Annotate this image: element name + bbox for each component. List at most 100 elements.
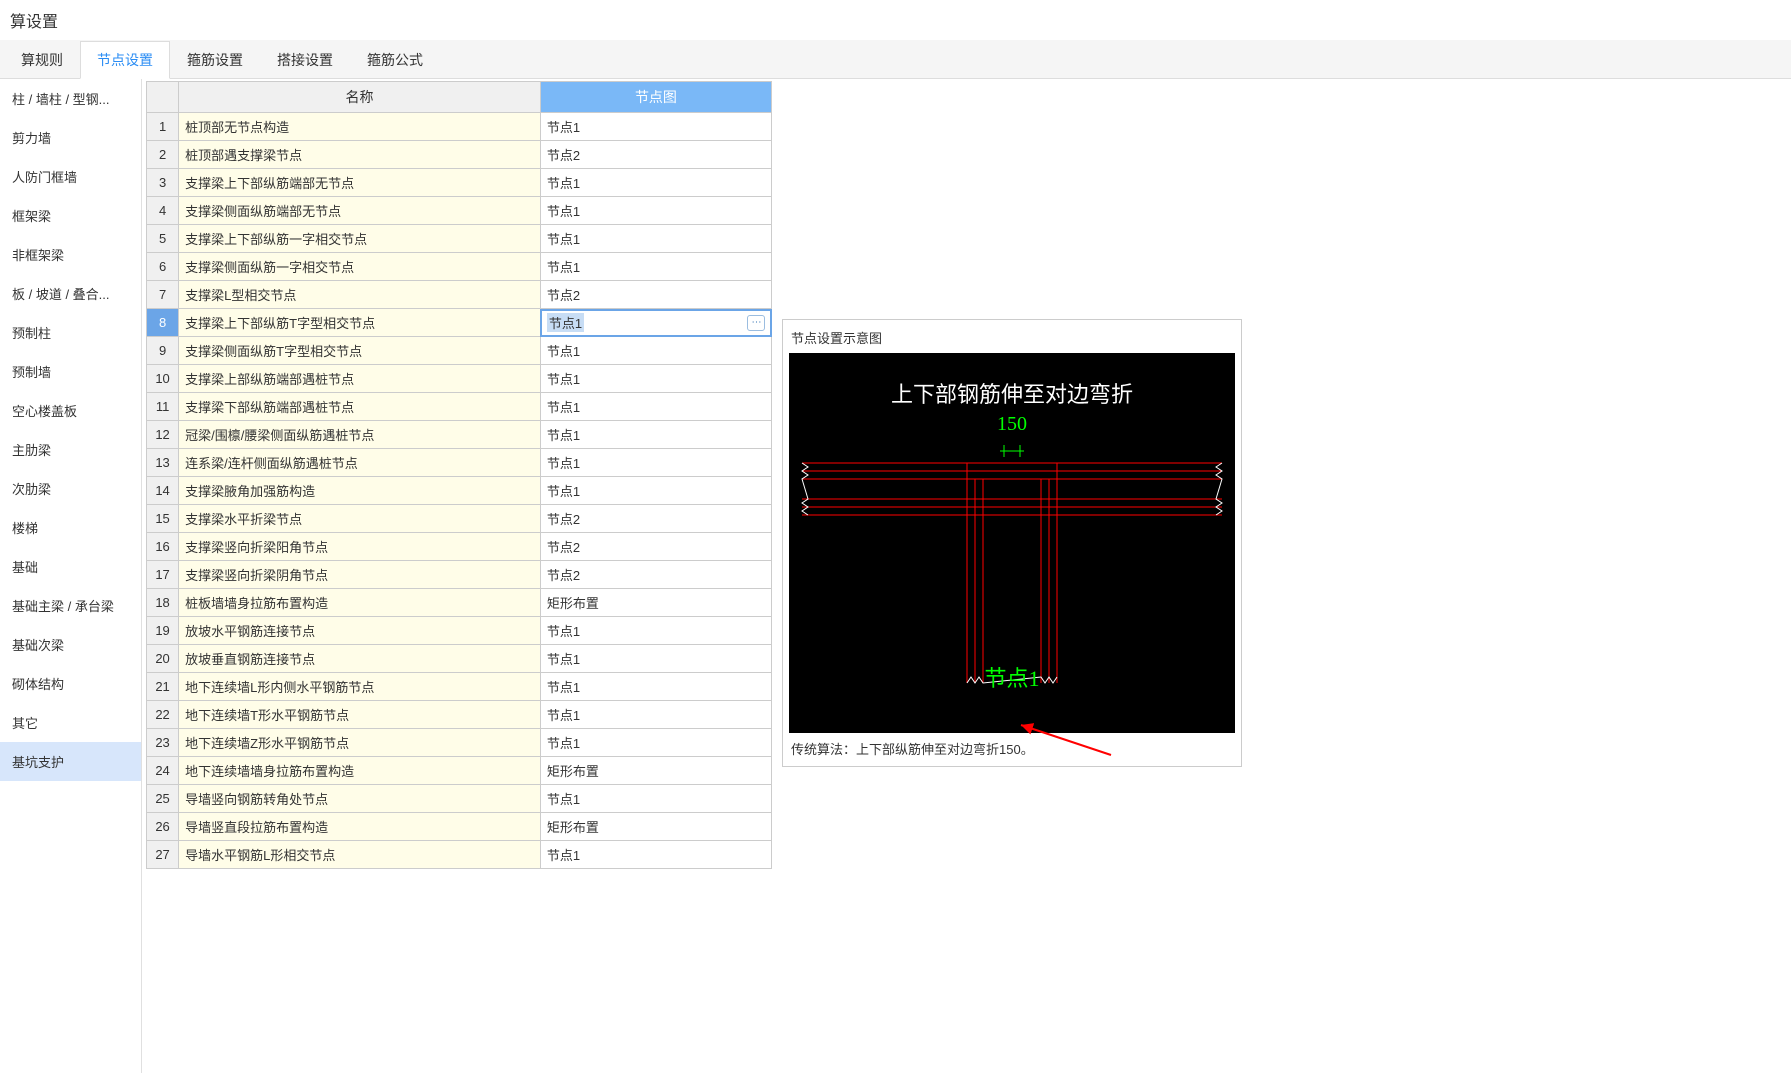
row-node[interactable]: 节点1 <box>540 617 771 645</box>
row-name[interactable]: 放坡水平钢筋连接节点 <box>179 617 541 645</box>
row-name[interactable]: 放坡垂直钢筋连接节点 <box>179 645 541 673</box>
row-name[interactable]: 桩顶部遇支撑梁节点 <box>179 141 541 169</box>
col-node[interactable]: 节点图 <box>540 82 771 113</box>
table-row[interactable]: 6支撑梁侧面纵筋一字相交节点节点1 <box>147 253 772 281</box>
row-node[interactable]: 节点1 <box>540 169 771 197</box>
row-node[interactable]: 节点1 <box>540 477 771 505</box>
row-node[interactable]: 节点1 <box>540 645 771 673</box>
row-node[interactable]: 节点1 <box>540 785 771 813</box>
row-node[interactable]: 矩形布置 <box>540 589 771 617</box>
ellipsis-icon[interactable]: ⋯ <box>747 315 765 331</box>
row-name[interactable]: 地下连续墙T形水平钢筋节点 <box>179 701 541 729</box>
table-row[interactable]: 19放坡水平钢筋连接节点节点1 <box>147 617 772 645</box>
col-name[interactable]: 名称 <box>179 82 541 113</box>
sidebar-item-10[interactable]: 次肋梁 <box>0 469 141 508</box>
table-row[interactable]: 4支撑梁侧面纵筋端部无节点节点1 <box>147 197 772 225</box>
row-node[interactable]: 节点1 <box>540 365 771 393</box>
row-node[interactable]: 节点2 <box>540 281 771 309</box>
row-name[interactable]: 支撑梁上部纵筋端部遇桩节点 <box>179 365 541 393</box>
sidebar-item-5[interactable]: 板 / 坡道 / 叠合... <box>0 274 141 313</box>
table-row[interactable]: 9支撑梁侧面纵筋T字型相交节点节点1 <box>147 337 772 365</box>
row-name[interactable]: 桩顶部无节点构造 <box>179 113 541 141</box>
table-row[interactable]: 27导墙水平钢筋L形相交节点节点1 <box>147 841 772 869</box>
row-node[interactable]: 节点1 <box>540 253 771 281</box>
sidebar-item-4[interactable]: 非框架梁 <box>0 235 141 274</box>
row-node[interactable]: 节点2 <box>540 505 771 533</box>
row-name[interactable]: 支撑梁侧面纵筋T字型相交节点 <box>179 337 541 365</box>
table-row[interactable]: 14支撑梁腋角加强筋构造节点1 <box>147 477 772 505</box>
sidebar-item-12[interactable]: 基础 <box>0 547 141 586</box>
row-name[interactable]: 支撑梁侧面纵筋端部无节点 <box>179 197 541 225</box>
table-row[interactable]: 23地下连续墙Z形水平钢筋节点节点1 <box>147 729 772 757</box>
sidebar-item-13[interactable]: 基础主梁 / 承台梁 <box>0 586 141 625</box>
tab-2[interactable]: 箍筋设置 <box>170 41 260 79</box>
table-row[interactable]: 11支撑梁下部纵筋端部遇桩节点节点1 <box>147 393 772 421</box>
table-row[interactable]: 17支撑梁竖向折梁阴角节点节点2 <box>147 561 772 589</box>
row-name[interactable]: 导墙竖向钢筋转角处节点 <box>179 785 541 813</box>
sidebar-item-14[interactable]: 基础次梁 <box>0 625 141 664</box>
sidebar-item-11[interactable]: 楼梯 <box>0 508 141 547</box>
row-node[interactable]: 节点1 <box>540 337 771 365</box>
row-name[interactable]: 支撑梁水平折梁节点 <box>179 505 541 533</box>
table-row[interactable]: 7支撑梁L型相交节点节点2 <box>147 281 772 309</box>
sidebar-item-8[interactable]: 空心楼盖板 <box>0 391 141 430</box>
tab-1[interactable]: 节点设置 <box>80 41 170 79</box>
row-name[interactable]: 冠梁/围檩/腰梁侧面纵筋遇桩节点 <box>179 421 541 449</box>
table-row[interactable]: 26导墙竖直段拉筋布置构造矩形布置 <box>147 813 772 841</box>
sidebar-item-7[interactable]: 预制墙 <box>0 352 141 391</box>
sidebar-item-6[interactable]: 预制柱 <box>0 313 141 352</box>
table-row[interactable]: 2桩顶部遇支撑梁节点节点2 <box>147 141 772 169</box>
table-row[interactable]: 20放坡垂直钢筋连接节点节点1 <box>147 645 772 673</box>
row-node[interactable]: 节点1 <box>540 225 771 253</box>
row-node[interactable]: 矩形布置 <box>540 757 771 785</box>
table-row[interactable]: 3支撑梁上下部纵筋端部无节点节点1 <box>147 169 772 197</box>
row-node[interactable]: 节点2 <box>540 533 771 561</box>
sidebar-item-1[interactable]: 剪力墙 <box>0 118 141 157</box>
tab-0[interactable]: 算规则 <box>4 41 80 79</box>
table-row[interactable]: 25导墙竖向钢筋转角处节点节点1 <box>147 785 772 813</box>
row-node[interactable]: 节点2 <box>540 141 771 169</box>
row-name[interactable]: 连系梁/连杆侧面纵筋遇桩节点 <box>179 449 541 477</box>
table-row[interactable]: 1桩顶部无节点构造节点1 <box>147 113 772 141</box>
row-node[interactable]: 节点1 <box>540 841 771 869</box>
table-row[interactable]: 8支撑梁上下部纵筋T字型相交节点节点1⋯ <box>147 309 772 337</box>
row-name[interactable]: 支撑梁腋角加强筋构造 <box>179 477 541 505</box>
row-node[interactable]: 节点1 <box>540 393 771 421</box>
row-name[interactable]: 导墙竖直段拉筋布置构造 <box>179 813 541 841</box>
table-row[interactable]: 16支撑梁竖向折梁阳角节点节点2 <box>147 533 772 561</box>
row-node[interactable]: 节点1⋯ <box>540 309 771 337</box>
row-node[interactable]: 节点1 <box>540 729 771 757</box>
sidebar-item-3[interactable]: 框架梁 <box>0 196 141 235</box>
row-name[interactable]: 支撑梁上下部纵筋一字相交节点 <box>179 225 541 253</box>
row-node[interactable]: 矩形布置 <box>540 813 771 841</box>
row-name[interactable]: 支撑梁竖向折梁阴角节点 <box>179 561 541 589</box>
table-row[interactable]: 18桩板墙墙身拉筋布置构造矩形布置 <box>147 589 772 617</box>
row-node[interactable]: 节点1 <box>540 113 771 141</box>
table-row[interactable]: 12冠梁/围檩/腰梁侧面纵筋遇桩节点节点1 <box>147 421 772 449</box>
row-name[interactable]: 地下连续墙L形内侧水平钢筋节点 <box>179 673 541 701</box>
sidebar-item-16[interactable]: 其它 <box>0 703 141 742</box>
row-name[interactable]: 地下连续墙墙身拉筋布置构造 <box>179 757 541 785</box>
sidebar-item-9[interactable]: 主肋梁 <box>0 430 141 469</box>
tab-4[interactable]: 箍筋公式 <box>350 41 440 79</box>
row-node[interactable]: 节点1 <box>540 197 771 225</box>
row-node[interactable]: 节点1 <box>540 421 771 449</box>
row-name[interactable]: 支撑梁下部纵筋端部遇桩节点 <box>179 393 541 421</box>
sidebar-item-0[interactable]: 柱 / 墙柱 / 型钢... <box>0 79 141 118</box>
row-name[interactable]: 支撑梁上下部纵筋端部无节点 <box>179 169 541 197</box>
row-name[interactable]: 支撑梁侧面纵筋一字相交节点 <box>179 253 541 281</box>
table-row[interactable]: 15支撑梁水平折梁节点节点2 <box>147 505 772 533</box>
row-name[interactable]: 支撑梁上下部纵筋T字型相交节点 <box>179 309 541 337</box>
sidebar-item-2[interactable]: 人防门框墙 <box>0 157 141 196</box>
table-row[interactable]: 13连系梁/连杆侧面纵筋遇桩节点节点1 <box>147 449 772 477</box>
table-row[interactable]: 22地下连续墙T形水平钢筋节点节点1 <box>147 701 772 729</box>
sidebar-item-17[interactable]: 基坑支护 <box>0 742 141 781</box>
table-row[interactable]: 21地下连续墙L形内侧水平钢筋节点节点1 <box>147 673 772 701</box>
sidebar-item-15[interactable]: 砌体结构 <box>0 664 141 703</box>
row-name[interactable]: 桩板墙墙身拉筋布置构造 <box>179 589 541 617</box>
row-name[interactable]: 支撑梁L型相交节点 <box>179 281 541 309</box>
row-node[interactable]: 节点1 <box>540 701 771 729</box>
row-name[interactable]: 导墙水平钢筋L形相交节点 <box>179 841 541 869</box>
row-name[interactable]: 地下连续墙Z形水平钢筋节点 <box>179 729 541 757</box>
table-row[interactable]: 5支撑梁上下部纵筋一字相交节点节点1 <box>147 225 772 253</box>
